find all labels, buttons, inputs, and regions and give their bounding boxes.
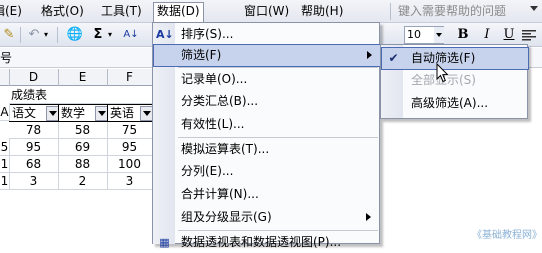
header-label: 数学 — [61, 106, 86, 120]
table-cell[interactable]: 58 — [58, 122, 108, 139]
menu-item-filter[interactable]: 筛选(F) — [153, 44, 381, 67]
menu-item-label: 分类汇总(B)... — [181, 94, 259, 108]
submenu-arrow-icon — [366, 213, 371, 221]
table-cell[interactable]: 75 — [107, 122, 153, 139]
table-cell[interactable]: 3 — [107, 173, 153, 190]
sort-az-icon: A↓ — [156, 28, 174, 41]
menu-item-form[interactable]: 记录单(O)... — [153, 69, 379, 90]
toolbar-divider — [57, 27, 58, 43]
menu-data[interactable]: 数据(D) — [153, 2, 204, 24]
menu-item-label: 模拟运算表(T)... — [181, 142, 270, 156]
table-cell[interactable]: 3 — [9, 173, 59, 190]
underline-button[interactable]: U — [500, 26, 518, 44]
menu-item-subtotals[interactable]: 分类汇总(B)... — [153, 91, 379, 112]
menu-item-sort[interactable]: A↓ 排序(S)... — [153, 24, 379, 45]
header-cell-english[interactable]: 英语 — [107, 104, 156, 122]
autosum-dropdown-icon[interactable]: ▾ — [106, 26, 114, 44]
submenu-item-advanced-filter[interactable]: 高级筛选(A)... — [381, 93, 527, 114]
help-search-input[interactable]: 键入需要帮助的问题 — [398, 3, 528, 20]
submenu-arrow-icon — [367, 51, 372, 59]
menubar-divider — [390, 3, 391, 20]
format-painter-icon[interactable]: ✎ — [2, 26, 16, 44]
menu-item-label: 筛选(F) — [181, 48, 222, 62]
menu-item-label: 记录单(O)... — [181, 72, 248, 86]
submenu-item-show-all: 全部显示(S) — [381, 70, 527, 91]
undo-icon[interactable]: ↶ — [26, 26, 42, 44]
menu-item-label: 数据透视表和数据透视图(P)... — [181, 235, 342, 249]
table-cell[interactable]: 88 — [58, 156, 108, 173]
table-cell[interactable]: 68 — [9, 156, 59, 173]
menu-item-label: 排序(S)... — [181, 27, 234, 41]
menu-help[interactable]: 帮助(H) — [298, 3, 346, 20]
table-cell[interactable]: 95 — [9, 139, 59, 156]
name-box[interactable]: 号 — [0, 49, 12, 67]
column-header-f[interactable]: F — [107, 69, 153, 86]
menu-item-pivot-table[interactable]: ▦ 数据透视表和数据透视图(P)... — [153, 232, 379, 253]
menu-item-text-to-columns[interactable]: 分列(E)... — [153, 161, 379, 182]
menu-divider — [178, 137, 378, 138]
table-cell[interactable]: 2 — [58, 173, 108, 190]
menu-format[interactable]: 格式(O) — [38, 3, 87, 20]
header-cell-chinese[interactable]: 语文 — [9, 104, 62, 122]
table-cell[interactable]: 78 — [9, 122, 59, 139]
menu-item-label: 组及分级显示(G) — [181, 210, 272, 224]
header-label: 英语 — [110, 106, 135, 120]
menu-divider — [178, 230, 378, 231]
font-size-dropdown-icon[interactable] — [434, 27, 444, 43]
menu-tools[interactable]: 工具(T) — [98, 3, 145, 20]
header-label: 语文 — [12, 106, 37, 120]
menu-item-consolidate[interactable]: 合并计算(N)... — [153, 184, 379, 205]
menu-item-validation[interactable]: 有效性(L)... — [153, 114, 379, 135]
submenu-item-label: 高级筛选(A)... — [411, 96, 489, 110]
menu-item-label: 有效性(L)... — [181, 117, 245, 131]
hyperlink-icon[interactable]: 🌐 — [66, 26, 84, 44]
toolbar-divider — [20, 27, 21, 43]
pivot-table-icon: ▦ — [159, 236, 170, 249]
menu-divider — [178, 67, 378, 68]
menu-item-table[interactable]: 模拟运算表(T)... — [153, 139, 379, 160]
help-dropdown-arrow-icon[interactable] — [530, 6, 538, 11]
menu-item-label: 合并计算(N)... — [181, 187, 259, 201]
menu-item-group-outline[interactable]: 组及分级显示(G) — [153, 207, 379, 228]
submenu-item-autofilter[interactable]: ✔ 自动筛选(F) — [381, 47, 529, 70]
table-cell[interactable]: 95 — [107, 139, 153, 156]
checkmark-icon: ✔ — [388, 51, 399, 65]
menu-item-label: 分列(E)... — [181, 164, 234, 178]
table-cell[interactable]: 69 — [58, 139, 108, 156]
mouse-cursor-icon — [436, 62, 450, 83]
sort-ascending-icon[interactable]: A↓ — [121, 26, 141, 44]
header-cell-math[interactable]: 数学 — [58, 104, 111, 122]
undo-dropdown-icon[interactable]: ▾ — [42, 26, 50, 44]
menu-edit[interactable]: 编辑(E) — [0, 3, 25, 20]
italic-button[interactable]: I — [478, 26, 496, 44]
autosum-icon[interactable]: Σ — [92, 26, 104, 44]
column-header-e[interactable]: E — [58, 69, 108, 86]
bold-button[interactable]: B — [454, 26, 472, 44]
align-left-icon[interactable] — [522, 29, 536, 41]
menu-window[interactable]: 窗口(W) — [241, 3, 292, 20]
watermark-text: 《基础教程网》 — [472, 230, 542, 241]
table-cell[interactable]: 100 — [107, 156, 153, 173]
title-cell[interactable]: 成绩表 — [9, 87, 154, 104]
column-c-fragment[interactable]: A — [0, 104, 10, 121]
column-header-d[interactable]: D — [9, 69, 59, 86]
